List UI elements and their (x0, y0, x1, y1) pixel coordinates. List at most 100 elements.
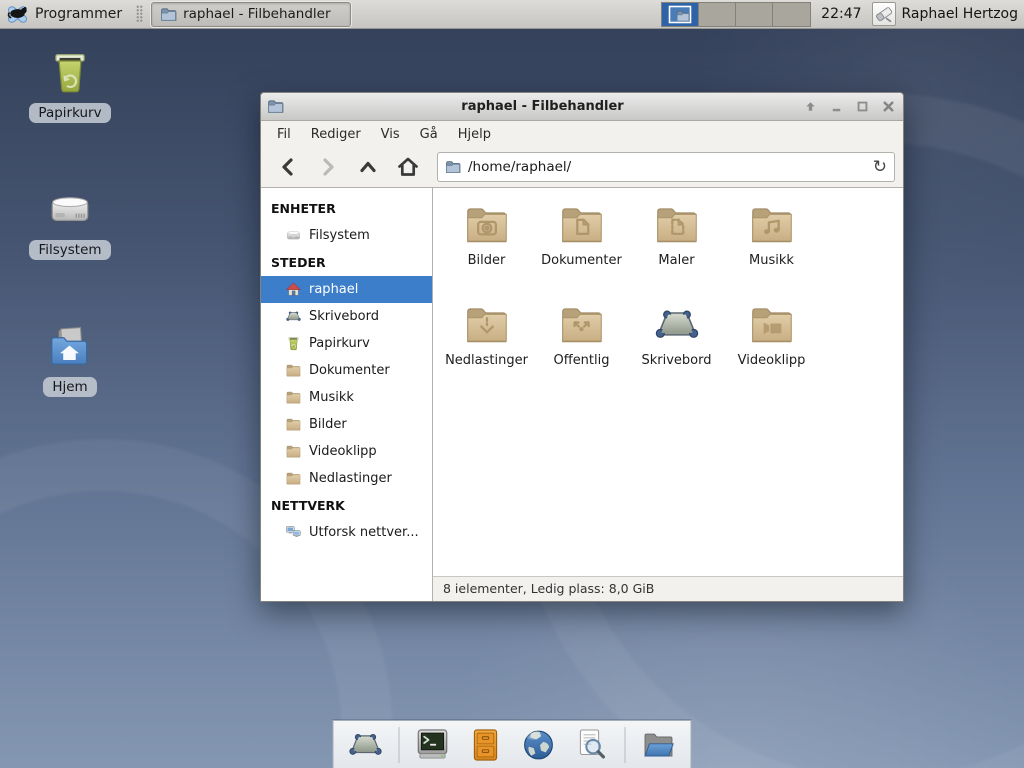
menu-help[interactable]: Hjelp (448, 123, 501, 146)
desktop-icon-label: Filsystem (29, 240, 110, 260)
path-input[interactable] (468, 159, 866, 175)
maximize-button[interactable] (853, 98, 871, 116)
file-manager-window: raphael - Filbehandler Fil Rediger Vis (260, 92, 904, 602)
desktop-wallpaper[interactable]: Programmer raphael - Filbehandler (0, 0, 1024, 768)
sidebar-header-places: STEDER (261, 249, 432, 276)
file-cabinet-launcher[interactable] (466, 725, 506, 765)
folder-icon (285, 416, 302, 433)
sidebar-item-videos[interactable]: Videoklipp (261, 438, 432, 465)
file-item-pictures[interactable]: Bilder (439, 196, 534, 296)
sidebar-item-label: Nedlastinger (309, 471, 392, 486)
pathbar[interactable]: ↻ (437, 152, 895, 182)
file-label: Nedlastinger (445, 353, 528, 368)
home-folder-icon (45, 322, 95, 372)
sidebar-item-pictures[interactable]: Bilder (261, 411, 432, 438)
close-button[interactable] (879, 98, 897, 116)
user-name-label: Raphael Hertzog (902, 6, 1018, 22)
folder-icon (285, 470, 302, 487)
sidebar-item-trash[interactable]: Papirkurv (261, 330, 432, 357)
sidebar-item-downloads[interactable]: Nedlastinger (261, 465, 432, 492)
sidebar-item-label: raphael (309, 282, 358, 297)
back-button[interactable] (271, 152, 305, 182)
sidebar-item-filesystem[interactable]: Filsystem (261, 222, 432, 249)
workspace-4[interactable] (773, 3, 810, 26)
menu-file[interactable]: Fil (267, 123, 301, 146)
terminal-launcher[interactable] (413, 725, 453, 765)
user-menu-button[interactable]: Raphael Hertzog (872, 2, 1018, 26)
taskbar-window-label: raphael - Filbehandler (183, 6, 330, 22)
up-button[interactable] (351, 152, 385, 182)
sidebar-item-label: Skrivebord (309, 309, 379, 324)
file-label: Bilder (468, 253, 506, 268)
file-label: Skrivebord (641, 353, 711, 368)
home-button[interactable] (391, 152, 425, 182)
desktop-icon-trash[interactable]: Papirkurv (20, 48, 120, 123)
titlebar[interactable]: raphael - Filbehandler (261, 93, 903, 121)
file-label: Dokumenter (541, 253, 622, 268)
web-browser-launcher[interactable] (519, 725, 559, 765)
show-desktop-button[interactable] (346, 725, 386, 765)
menu-view[interactable]: Vis (371, 123, 410, 146)
file-label: Videoklipp (738, 353, 806, 368)
sidebar-item-browse-network[interactable]: Utforsk nettver... (261, 519, 432, 546)
file-system-launcher[interactable] (639, 725, 679, 765)
folder-icon (160, 6, 177, 23)
application-finder-launcher[interactable] (572, 725, 612, 765)
harddrive-icon (45, 185, 95, 235)
file-item-downloads[interactable]: Nedlastinger (439, 296, 534, 396)
menu-edit[interactable]: Rediger (301, 123, 371, 146)
sidebar-item-label: Papirkurv (309, 336, 370, 351)
minimize-button[interactable] (827, 98, 845, 116)
folder-pictures-icon (462, 200, 512, 250)
pathbar-folder-icon (445, 159, 461, 175)
desktop-icon-label: Papirkurv (29, 103, 110, 123)
folder-documents-icon (557, 200, 607, 250)
workspace-3[interactable] (736, 3, 773, 26)
applications-menu-button[interactable]: Programmer (4, 1, 128, 28)
reload-icon[interactable]: ↻ (873, 159, 887, 176)
window-folder-icon (267, 98, 284, 115)
menu-go[interactable]: Gå (410, 123, 448, 146)
sidebar-item-label: Dokumenter (309, 363, 390, 378)
desktop-icon-filesystem[interactable]: Filsystem (20, 185, 120, 260)
taskbar-window-button[interactable]: raphael - Filbehandler (151, 2, 351, 27)
desktop-icon-label: Hjem (43, 377, 96, 397)
clock[interactable]: 22:47 (819, 6, 863, 22)
folder-icon (285, 389, 302, 406)
forward-button[interactable] (311, 152, 345, 182)
file-item-documents[interactable]: Dokumenter (534, 196, 629, 296)
file-icon-view[interactable]: Bilder Dokumenter Ma (433, 188, 903, 576)
desktop-icon-home[interactable]: Hjem (20, 322, 120, 397)
applications-menu-label: Programmer (35, 6, 122, 22)
file-system-folder-icon (640, 726, 678, 764)
statusbar: 8 ielementer, Ledig plass: 8,0 GiB (433, 576, 903, 601)
sidebar-header-network: NETTVERK (261, 492, 432, 519)
document-search-icon (573, 726, 611, 764)
file-item-videos[interactable]: Videoklipp (724, 296, 819, 396)
file-item-public[interactable]: Offentlig (534, 296, 629, 396)
show-desktop-icon (347, 726, 385, 764)
sidebar-item-label: Filsystem (309, 228, 370, 243)
sidebar: ENHETER Filsystem STEDER raphael Skriveb… (261, 188, 433, 601)
top-panel: Programmer raphael - Filbehandler (0, 0, 1024, 29)
desktop-icon (285, 308, 302, 325)
web-browser-icon (520, 726, 558, 764)
sidebar-item-documents[interactable]: Dokumenter (261, 357, 432, 384)
toolbar: ↻ (261, 147, 903, 187)
file-item-templates[interactable]: Maler (629, 196, 724, 296)
network-icon (285, 524, 302, 541)
file-item-desktop[interactable]: Skrivebord (629, 296, 724, 396)
file-label: Musikk (749, 253, 794, 268)
sidebar-item-desktop[interactable]: Skrivebord (261, 303, 432, 330)
sidebar-item-music[interactable]: Musikk (261, 384, 432, 411)
workspace-1[interactable] (662, 3, 699, 26)
folder-icon (285, 443, 302, 460)
sidebar-item-home[interactable]: raphael (261, 276, 432, 303)
trash-icon (45, 48, 95, 98)
file-label: Offentlig (554, 353, 610, 368)
shade-button[interactable] (801, 98, 819, 116)
file-item-music[interactable]: Musikk (724, 196, 819, 296)
workspace-switcher (661, 2, 811, 27)
workspace-2[interactable] (699, 3, 736, 26)
dock-separator (625, 727, 626, 763)
